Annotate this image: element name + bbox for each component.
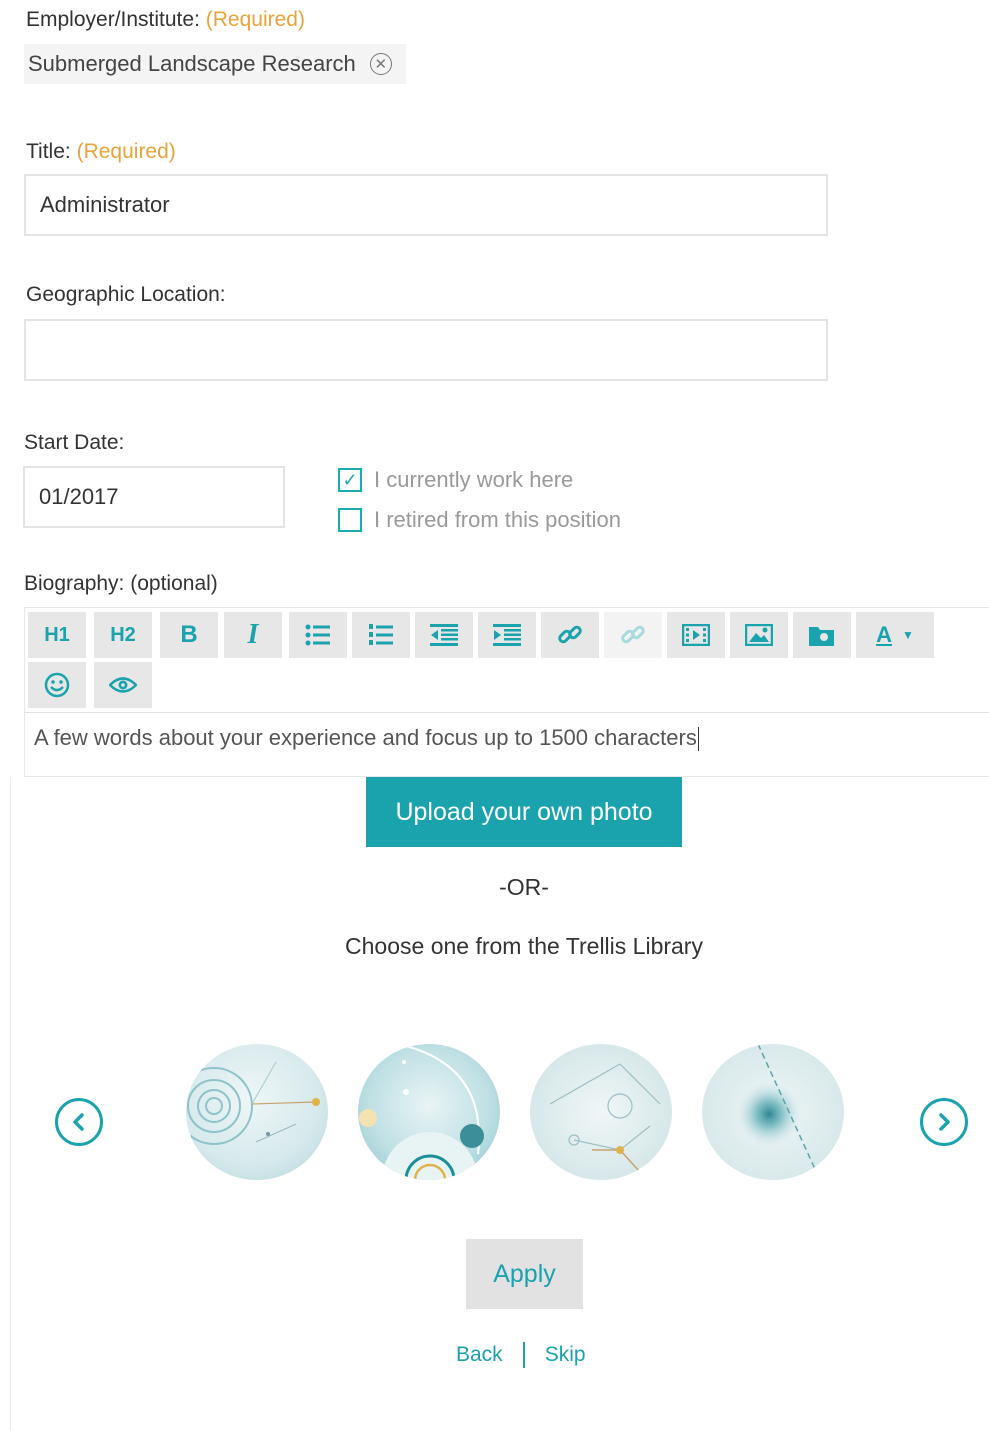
employer-chip-text: Submerged Landscape Research — [28, 51, 356, 76]
skip-link[interactable]: Skip — [545, 1343, 586, 1367]
biography-label: Biography: (optional) — [24, 572, 218, 595]
text-color-icon[interactable]: A ▼ — [856, 612, 934, 658]
library-image-4[interactable] — [702, 1044, 844, 1180]
italic-label: I — [247, 619, 259, 650]
indent-icon[interactable] — [478, 612, 536, 658]
apply-label: Apply — [493, 1259, 556, 1288]
chevron-down-icon: ▼ — [902, 628, 914, 642]
text-color-label: A — [876, 622, 892, 647]
bulleted-list-icon[interactable] — [289, 612, 347, 658]
close-circle-icon[interactable]: ✕ — [369, 53, 392, 75]
chevron-left-circle-icon[interactable] — [55, 1098, 103, 1146]
current-work-label: I currently work here — [374, 467, 574, 492]
retired-checkbox[interactable] — [338, 508, 362, 532]
employer-chip: Submerged Landscape Research ✕ — [24, 44, 406, 84]
text-caret — [697, 727, 699, 752]
employer-label-text: Employer/Institute: — [26, 8, 200, 31]
video-icon[interactable] — [667, 612, 725, 658]
employer-required-tag: (Required) — [205, 8, 305, 31]
image-icon[interactable] — [730, 612, 788, 658]
current-work-checkbox-row[interactable]: ✓ I currently work here — [338, 467, 573, 493]
biography-textarea[interactable]: A few words about your experience and fo… — [25, 712, 989, 777]
start-date-value: 01/2017 — [39, 484, 119, 509]
link-icon[interactable] — [541, 612, 599, 658]
library-instruction-text: Choose one from the Trellis Library — [345, 933, 703, 959]
footer-nav: Back Skip — [456, 1342, 586, 1368]
heading2-icon[interactable]: H2 — [94, 612, 152, 658]
start-date-input[interactable]: 01/2017 — [23, 466, 285, 528]
title-required-tag: (Required) — [76, 140, 176, 163]
geographic-location-input[interactable] — [24, 319, 828, 381]
title-label-text: Title: — [26, 140, 71, 163]
upload-photo-button[interactable]: Upload your own photo — [366, 777, 682, 847]
preview-eye-icon[interactable] — [94, 662, 152, 708]
emoji-icon[interactable] — [28, 662, 86, 708]
current-work-checkbox[interactable]: ✓ — [338, 468, 362, 492]
heading1-icon[interactable]: H1 — [28, 612, 86, 658]
biography-placeholder-text: A few words about your experience and fo… — [34, 725, 697, 750]
title-input-value: Administrator — [40, 192, 170, 217]
biography-placeholder: A few words about your experience and fo… — [34, 725, 699, 752]
unlink-icon[interactable] — [604, 612, 662, 658]
heading2-label: H2 — [110, 623, 136, 646]
italic-icon[interactable]: I — [224, 612, 282, 658]
retired-checkbox-row[interactable]: I retired from this position — [338, 507, 621, 533]
panel-divider — [10, 777, 11, 1431]
upload-photo-label: Upload your own photo — [395, 797, 653, 826]
heading1-label: H1 — [44, 623, 70, 646]
title-input[interactable]: Administrator — [24, 174, 828, 236]
numbered-list-icon[interactable] — [352, 612, 410, 658]
outdent-icon[interactable] — [415, 612, 473, 658]
media-library-icon[interactable] — [793, 612, 851, 658]
start-date-label: Start Date: — [24, 431, 125, 454]
library-image-1[interactable] — [186, 1044, 328, 1180]
retired-label: I retired from this position — [374, 507, 621, 532]
library-image-2[interactable] — [358, 1044, 500, 1180]
bold-label: B — [180, 621, 198, 648]
library-image-3[interactable] — [530, 1044, 672, 1180]
biography-editor: H1 H2 B I A ▼ A few words about your exp… — [24, 607, 989, 777]
title-label: Title: (Required) — [26, 140, 176, 164]
back-link[interactable]: Back — [456, 1343, 503, 1367]
footer-separator — [522, 1342, 525, 1368]
geographic-location-label: Geographic Location: — [26, 283, 226, 306]
chevron-right-circle-icon[interactable] — [920, 1098, 968, 1146]
apply-button[interactable]: Apply — [466, 1239, 583, 1309]
employer-label: Employer/Institute: (Required) — [26, 8, 305, 32]
or-divider-text: -OR- — [499, 874, 549, 900]
bold-icon[interactable]: B — [160, 612, 218, 658]
